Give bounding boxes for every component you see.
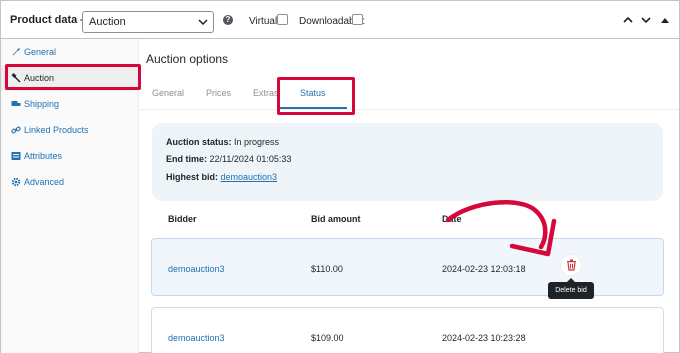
truck-icon — [11, 101, 21, 106]
column-header-bidder: Bidder — [168, 214, 197, 224]
auction-status-label: Auction status: — [166, 137, 232, 147]
auction-status-line: Auction status: In progress — [166, 137, 279, 147]
chevron-down-icon[interactable] — [640, 14, 652, 26]
product-data-panel: Product data — Auction ? Virtual: Downlo… — [0, 0, 680, 353]
highest-bid-link[interactable]: demoauction3 — [221, 172, 278, 182]
end-time-line: End time: 22/11/2024 01:05:33 — [166, 154, 291, 164]
auction-status-value: In progress — [234, 137, 280, 147]
tab-general[interactable]: General — [152, 88, 184, 98]
end-time-label: End time: — [166, 154, 208, 164]
delete-bid-tooltip: Delete bid — [548, 278, 594, 299]
auction-tab-highlight — [5, 64, 141, 90]
bid-amount: $110.00 — [311, 264, 343, 274]
gear-icon — [11, 177, 21, 187]
trash-icon — [567, 259, 576, 271]
sidebar-item-attributes[interactable]: Attributes — [1, 143, 139, 169]
status-tab-highlight — [277, 77, 355, 115]
sidebar-item-label: Shipping — [24, 99, 60, 109]
product-type-value: Auction — [89, 16, 126, 28]
help-icon[interactable]: ? — [223, 15, 233, 25]
sidebar-item-label: Linked Products — [24, 125, 89, 135]
column-header-date: Date — [442, 214, 462, 224]
delete-bid-button[interactable] — [560, 254, 582, 276]
chevron-down-icon — [198, 19, 208, 26]
highest-bid-label: Highest bid: — [166, 172, 218, 182]
list-icon — [11, 152, 21, 160]
virtual-checkbox[interactable] — [277, 14, 288, 25]
sidebar-item-shipping[interactable]: Shipping — [1, 91, 139, 117]
column-header-bid-amount: Bid amount — [311, 214, 361, 224]
table-row: demoauction3 $109.00 2024-02-23 10:23:28 — [151, 307, 664, 353]
chevron-up-icon[interactable] — [622, 14, 634, 26]
sidebar-item-advanced[interactable]: Advanced — [1, 169, 139, 195]
caret-up-icon[interactable] — [660, 15, 670, 25]
downloadable-checkbox[interactable] — [352, 14, 363, 25]
end-time-value: 22/11/2024 01:05:33 — [209, 154, 292, 164]
product-data-header: Product data — Auction ? Virtual: Downlo… — [1, 1, 679, 39]
bid-date: 2024-02-23 12:03:18 — [442, 264, 526, 274]
tab-extras[interactable]: Extras — [253, 88, 279, 98]
bidder-link[interactable]: demoauction3 — [168, 264, 225, 274]
bidder-link[interactable]: demoauction3 — [168, 333, 225, 343]
auction-status-box: Auction status: In progress End time: 22… — [152, 123, 663, 201]
highest-bid-line: Highest bid: demoauction3 — [166, 172, 277, 182]
link-icon — [11, 126, 21, 134]
tabs-divider — [139, 109, 679, 110]
wrench-icon — [12, 48, 20, 56]
auction-options-title: Auction options — [146, 52, 229, 66]
product-type-select[interactable]: Auction — [82, 11, 214, 33]
sidebar-item-label: Attributes — [24, 151, 63, 161]
sidebar-item-label: General — [24, 47, 57, 57]
sidebar-item-general[interactable]: General — [1, 39, 139, 65]
sidebar-item-linked-products[interactable]: Linked Products — [1, 117, 139, 143]
bid-amount: $109.00 — [311, 333, 344, 343]
bid-date: 2024-02-23 10:23:28 — [442, 333, 526, 343]
sidebar-item-label: Advanced — [24, 177, 65, 187]
product-data-title: Product data — — [10, 14, 92, 26]
virtual-label: Virtual: — [249, 16, 280, 27]
tab-prices[interactable]: Prices — [206, 88, 231, 98]
